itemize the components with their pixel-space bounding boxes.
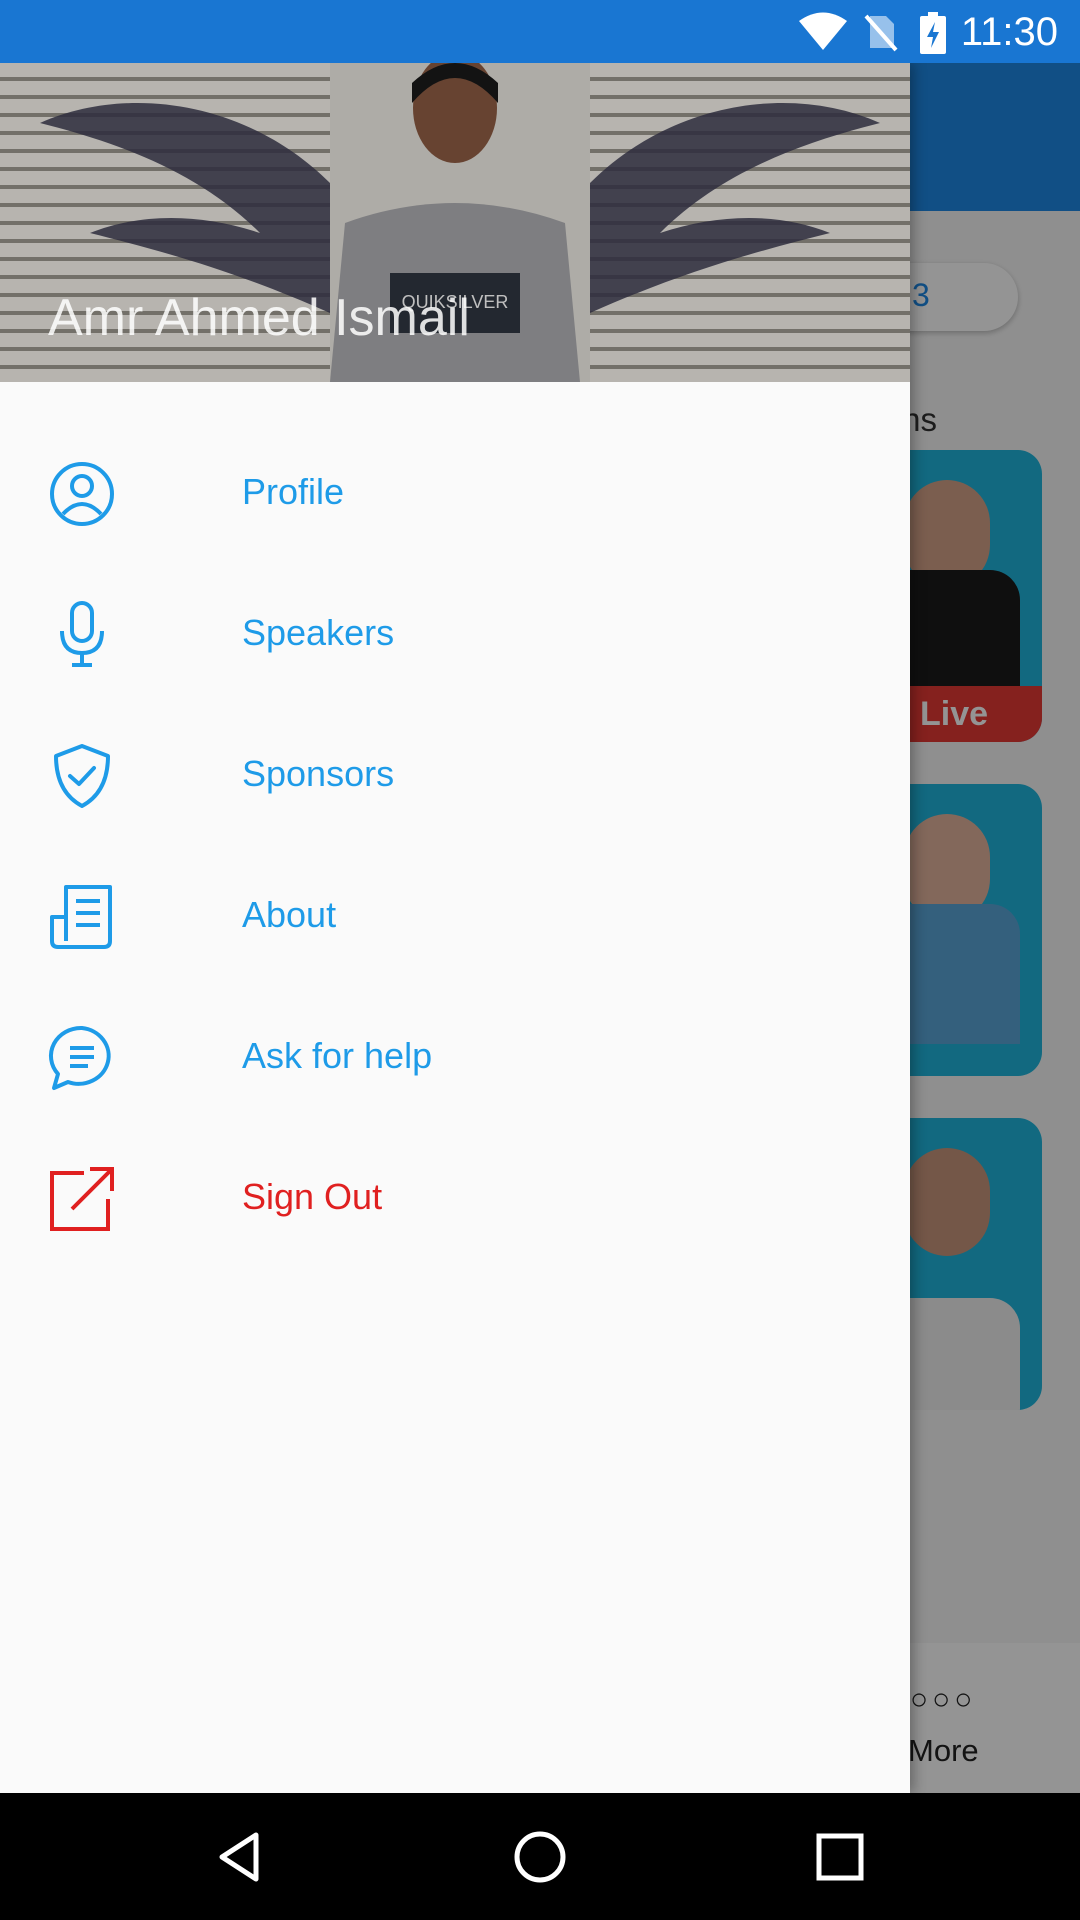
status-bar: 11:30 xyxy=(0,0,1080,63)
menu-item-label: Ask for help xyxy=(242,1035,433,1076)
system-navigation-bar xyxy=(0,1793,1080,1920)
drawer-user-name: Amr Ahmed Ismail xyxy=(48,289,470,347)
back-icon[interactable] xyxy=(212,1829,268,1885)
shield-check-icon xyxy=(54,744,110,808)
menu-item-label: Profile xyxy=(242,471,345,512)
wifi-icon xyxy=(799,12,847,50)
home-icon[interactable] xyxy=(512,1829,568,1885)
document-icon xyxy=(50,885,112,949)
battery-charging-icon xyxy=(920,12,946,54)
no-sim-icon xyxy=(864,14,898,52)
navigation-drawer: QUIKSILVER Amr Ahmed Ismail Profile Spea… xyxy=(0,63,910,1793)
menu-item-label: Speakers xyxy=(242,612,395,653)
menu-item-label: Sponsors xyxy=(242,753,395,794)
user-circle-icon xyxy=(50,462,114,526)
menu-item-about[interactable]: About xyxy=(0,845,910,986)
external-link-icon xyxy=(50,1167,114,1231)
menu-item-ask-for-help[interactable]: Ask for help xyxy=(0,986,910,1127)
menu-item-sponsors[interactable]: Sponsors xyxy=(0,704,910,845)
menu-item-label: About xyxy=(242,894,337,935)
recents-icon[interactable] xyxy=(812,1829,868,1885)
microphone-icon xyxy=(60,601,104,667)
menu-item-label: Sign Out xyxy=(242,1176,383,1217)
chat-bubble-icon xyxy=(48,1025,111,1090)
menu-item-sign-out[interactable]: Sign Out xyxy=(0,1127,910,1268)
drawer-header: QUIKSILVER Amr Ahmed Ismail xyxy=(0,63,910,382)
menu-item-profile[interactable]: Profile xyxy=(0,422,910,563)
status-time: 11:30 xyxy=(960,10,1058,54)
menu-item-speakers[interactable]: Speakers xyxy=(0,563,910,704)
